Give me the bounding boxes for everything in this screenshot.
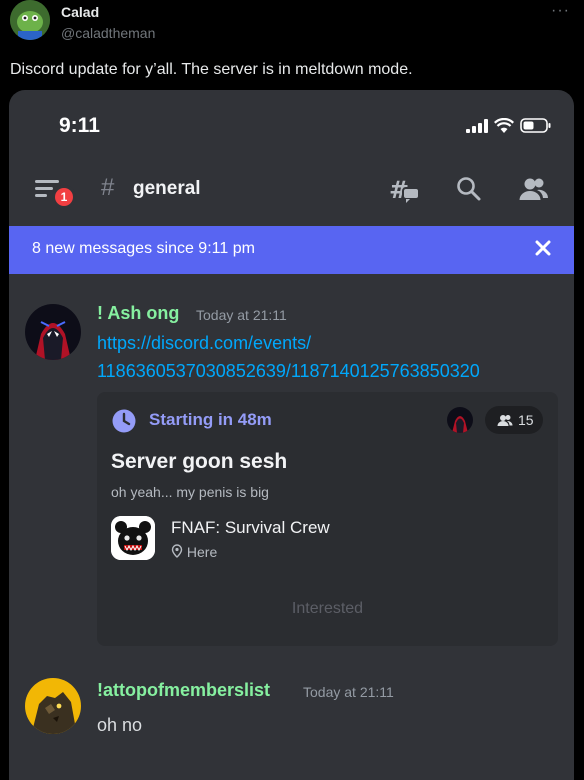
server-icon[interactable]: [111, 516, 155, 560]
channel-hash-icon: #: [101, 174, 115, 201]
event-location: Here: [171, 544, 217, 560]
channel-name[interactable]: general: [133, 178, 201, 200]
status-icons: [466, 118, 552, 133]
attendee-count[interactable]: 15: [485, 406, 543, 434]
attendee-count-value: 15: [518, 412, 534, 428]
message-author[interactable]: ! Ash ong: [97, 303, 179, 324]
battery-icon: [520, 118, 551, 133]
event-host-avatar[interactable]: [447, 407, 473, 433]
event-starting-time: Starting in 48m: [149, 410, 272, 429]
more-dots-icon[interactable]: ···: [551, 2, 570, 20]
event-link[interactable]: https://discord.com/events/: [97, 330, 311, 356]
channel-header: 1 # general #: [9, 168, 574, 212]
event-link-continued[interactable]: 1186360537030852639/1187140125763850320: [97, 358, 480, 384]
tweet-handle[interactable]: @caladtheman: [61, 25, 155, 41]
message-author[interactable]: !attopofmemberslist: [97, 680, 270, 701]
message-timestamp: Today at 21:11: [196, 307, 287, 323]
members-icon[interactable]: [519, 176, 549, 207]
tweet-display-name[interactable]: Calad: [61, 4, 99, 20]
new-messages-banner[interactable]: 8 new messages since 9:11 pm: [9, 226, 574, 274]
avatar[interactable]: [25, 678, 81, 734]
new-messages-text: 8 new messages since 9:11 pm: [32, 240, 255, 257]
tweet-text: Discord update for y’all. The server is …: [10, 61, 413, 78]
event-description: oh yeah... my penis is big: [111, 484, 269, 500]
threads-icon[interactable]: #: [389, 176, 421, 209]
event-location-text: Here: [186, 544, 218, 560]
signal-icon: [466, 118, 488, 133]
status-time: 9:11: [59, 114, 100, 137]
search-icon[interactable]: [456, 176, 482, 207]
location-pin-icon: [171, 544, 183, 558]
event-card[interactable]: Starting in 48m 15 Server goon sesh oh y…: [97, 392, 558, 646]
tweet-avatar[interactable]: [10, 0, 50, 40]
clock-icon: [111, 408, 137, 439]
event-server-name[interactable]: FNAF: Survival Crew: [171, 518, 330, 538]
interested-button[interactable]: Interested: [97, 600, 558, 618]
close-icon[interactable]: [532, 237, 554, 264]
avatar[interactable]: [25, 304, 81, 360]
unread-badge: 1: [55, 188, 73, 206]
people-icon: [497, 415, 513, 426]
event-title: Server goon sesh: [111, 450, 288, 473]
message-text: oh no: [97, 715, 143, 735]
wifi-icon: [494, 118, 514, 133]
message-timestamp: Today at 21:11: [303, 684, 394, 700]
attached-screenshot[interactable]: 9:11 1 # general # 8 new messages since …: [9, 90, 574, 780]
